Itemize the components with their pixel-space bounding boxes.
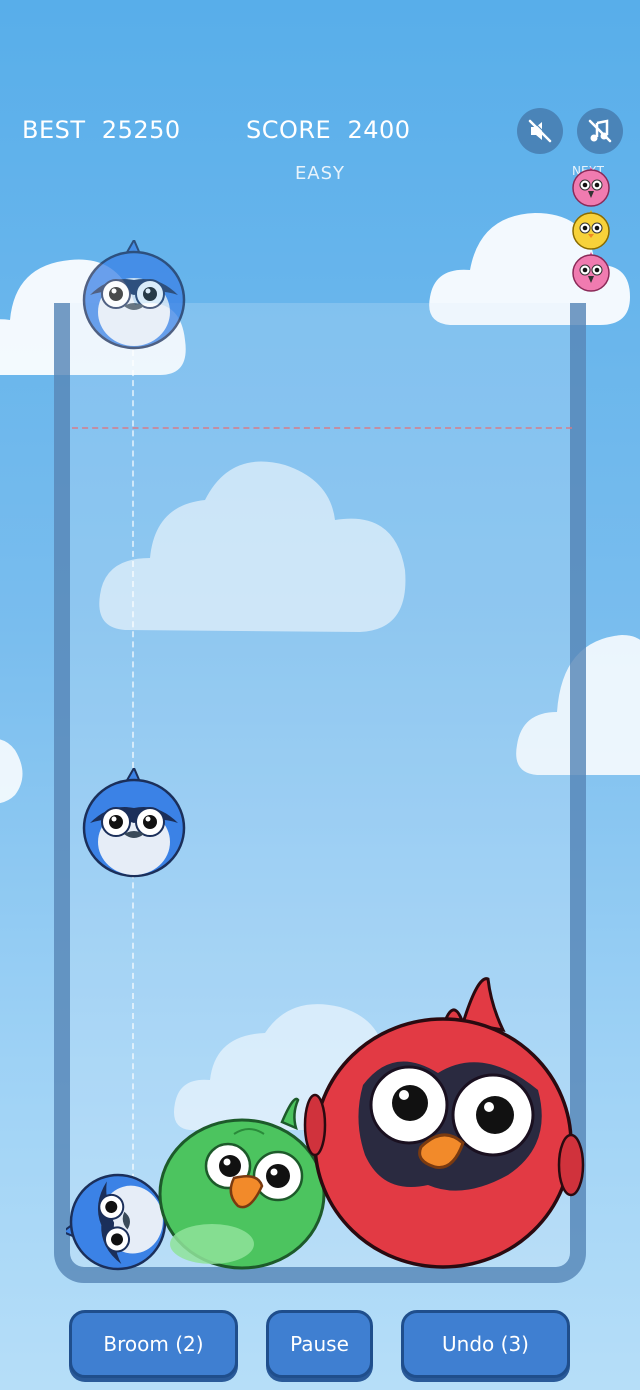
music-off-icon	[588, 119, 612, 143]
danger-line	[72, 427, 572, 429]
undo-button[interactable]: Undo (3)	[401, 1310, 570, 1378]
next-bird-yellow	[572, 210, 610, 250]
next-bird-pink	[572, 167, 610, 207]
red-cardinal-bird	[303, 977, 585, 1269]
difficulty-label: EASY	[294, 163, 346, 184]
cloud	[0, 739, 23, 804]
score-value: 2400	[347, 116, 411, 144]
held-blue-jay[interactable]	[80, 240, 188, 352]
best-label: BEST	[22, 116, 86, 144]
best-value: 25250	[101, 116, 181, 144]
best-score: BEST 25250	[22, 116, 181, 144]
broom-button[interactable]: Broom (2)	[69, 1310, 238, 1378]
current-score: SCORE 2400	[246, 116, 411, 144]
next-bird-pink	[572, 252, 610, 292]
score-label: SCORE	[246, 116, 332, 144]
music-toggle-button[interactable]	[577, 108, 623, 154]
sound-toggle-button[interactable]	[517, 108, 563, 154]
blue-jay-bird	[82, 768, 186, 878]
pause-button[interactable]: Pause	[266, 1310, 373, 1378]
sound-off-icon	[528, 119, 552, 143]
